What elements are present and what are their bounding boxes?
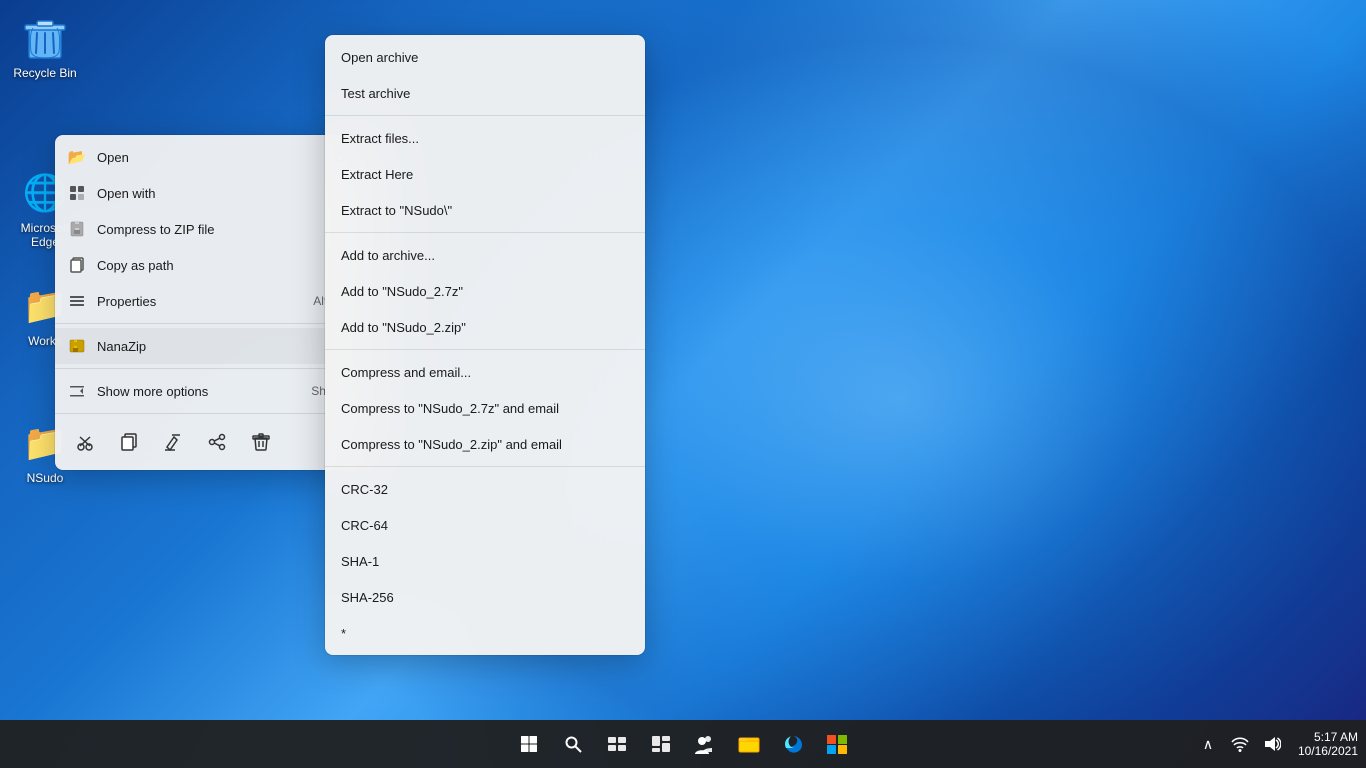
ctx-open-label: Open (97, 150, 324, 165)
recycle-bin-label: Recycle Bin (13, 66, 76, 80)
submenu-compress-zip-email-label: Compress to "NSudo_2.zip" and email (341, 437, 562, 452)
submenu-extract-files[interactable]: Extract files... (325, 120, 645, 156)
ctx-compress-icon (67, 219, 87, 239)
system-clock[interactable]: 5:17 AM 10/16/2021 (1290, 726, 1366, 762)
ctx-delete-btn[interactable] (243, 424, 279, 460)
nsudo-label: NSudo (27, 471, 64, 485)
ctx-rename-btn[interactable] (155, 424, 191, 460)
submenu-sep-3 (325, 349, 645, 350)
submenu-crc64[interactable]: CRC-64 (325, 507, 645, 543)
ctx-open-with-label: Open with (97, 186, 349, 201)
store-button[interactable] (817, 724, 857, 764)
ctx-copy-path-icon (67, 255, 87, 275)
submenu-compress-zip-email[interactable]: Compress to "NSudo_2.zip" and email (325, 426, 645, 462)
ctx-nanazip-label: NanaZip (97, 339, 349, 354)
ctx-nanazip-icon (67, 336, 87, 356)
ctx-properties-icon (67, 291, 87, 311)
task-view-button[interactable] (597, 724, 637, 764)
recycle-bin-icon[interactable]: Recycle Bin (5, 10, 85, 84)
tray-chevron[interactable]: ∧ (1194, 730, 1222, 758)
submenu-extract-to[interactable]: Extract to "NSudo\" (325, 192, 645, 228)
submenu-open-archive[interactable]: Open archive (325, 39, 645, 75)
system-tray: ∧ 5:17 AM 10/16/2021 (1194, 726, 1366, 762)
search-button[interactable] (553, 724, 593, 764)
submenu-extract-here-label: Extract Here (341, 167, 413, 182)
clock-time: 5:17 AM (1314, 730, 1358, 744)
ctx-compress-zip-label: Compress to ZIP file (97, 222, 363, 237)
submenu-compress-email-label: Compress and email... (341, 365, 471, 380)
submenu-sha1[interactable]: SHA-1 (325, 543, 645, 579)
submenu-crc32-label: CRC-32 (341, 482, 388, 497)
taskbar: ∧ 5:17 AM 10/16/2021 (0, 720, 1366, 768)
submenu-compress-email[interactable]: Compress and email... (325, 354, 645, 390)
submenu-test-archive[interactable]: Test archive (325, 75, 645, 111)
submenu-sha1-label: SHA-1 (341, 554, 379, 569)
submenu-compress-7z-email[interactable]: Compress to "NSudo_2.7z" and email (325, 390, 645, 426)
submenu-add-zip[interactable]: Add to "NSudo_2.zip" (325, 309, 645, 345)
submenu-add-zip-label: Add to "NSudo_2.zip" (341, 320, 466, 335)
clock-date: 10/16/2021 (1298, 744, 1358, 758)
submenu-crc64-label: CRC-64 (341, 518, 388, 533)
submenu-extract-to-label: Extract to "NSudo\" (341, 203, 452, 218)
taskbar-center (509, 724, 857, 764)
submenu-extract-files-label: Extract files... (341, 131, 419, 146)
ctx-properties-label: Properties (97, 294, 303, 309)
recycle-bin-image (21, 14, 69, 62)
submenu-sep-2 (325, 232, 645, 233)
ctx-open-icon: 📂 (67, 147, 87, 167)
submenu-open-archive-label: Open archive (341, 50, 418, 65)
ctx-show-more-icon (67, 381, 87, 401)
submenu-extract-here[interactable]: Extract Here (325, 156, 645, 192)
ctx-copy-btn[interactable] (111, 424, 147, 460)
ctx-open-with-icon (67, 183, 87, 203)
network-icon[interactable] (1226, 730, 1254, 758)
nanazip-submenu: Open archive Test archive Extract files.… (325, 35, 645, 655)
submenu-sep-4 (325, 466, 645, 467)
submenu-add-7z[interactable]: Add to "NSudo_2.7z" (325, 273, 645, 309)
volume-icon[interactable] (1258, 730, 1286, 758)
submenu-test-archive-label: Test archive (341, 86, 410, 101)
ctx-cut-btn[interactable] (67, 424, 103, 460)
submenu-sep-1 (325, 115, 645, 116)
submenu-sha256[interactable]: SHA-256 (325, 579, 645, 615)
ctx-show-more-label: Show more options (97, 384, 301, 399)
start-button[interactable] (509, 724, 549, 764)
submenu-compress-7z-email-label: Compress to "NSudo_2.7z" and email (341, 401, 559, 416)
submenu-sha256-label: SHA-256 (341, 590, 394, 605)
submenu-crc32[interactable]: CRC-32 (325, 471, 645, 507)
submenu-star[interactable]: * (325, 615, 645, 651)
widgets-button[interactable] (641, 724, 681, 764)
ctx-copy-path-label: Copy as path (97, 258, 363, 273)
teams-button[interactable] (685, 724, 725, 764)
ctx-share-btn[interactable] (199, 424, 235, 460)
edge-taskbar-button[interactable] (773, 724, 813, 764)
submenu-star-label: * (341, 626, 346, 641)
submenu-add-7z-label: Add to "NSudo_2.7z" (341, 284, 463, 299)
file-explorer-button[interactable] (729, 724, 769, 764)
submenu-add-archive-label: Add to archive... (341, 248, 435, 263)
submenu-add-archive[interactable]: Add to archive... (325, 237, 645, 273)
